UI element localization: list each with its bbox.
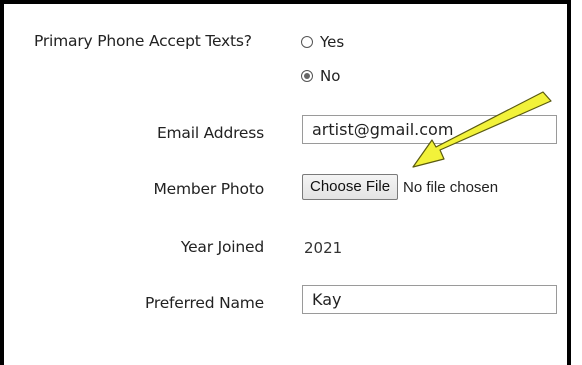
- photo-label: Member Photo: [153, 180, 265, 198]
- radio-no[interactable]: No: [301, 67, 340, 85]
- preferred-label: Preferred Name: [145, 294, 264, 312]
- texts-label: Primary Phone Accept Texts?: [34, 32, 252, 50]
- radio-no-circle-icon[interactable]: [301, 70, 313, 82]
- radio-yes-circle-icon[interactable]: [301, 36, 313, 48]
- photo-file-input[interactable]: Choose File No file chosen: [302, 174, 498, 200]
- radio-no-label: No: [320, 67, 341, 85]
- radio-yes-label: Yes: [320, 33, 345, 51]
- file-status-text: No file chosen: [403, 178, 499, 196]
- choose-file-button[interactable]: Choose File: [302, 174, 399, 200]
- radio-yes[interactable]: Yes: [301, 33, 344, 51]
- year-label: Year Joined: [180, 238, 264, 256]
- email-label: Email Address: [156, 124, 264, 142]
- year-value: 2021: [304, 239, 343, 257]
- preferred-name-field[interactable]: Kay: [302, 285, 557, 314]
- email-field[interactable]: artist@gmail.com: [302, 115, 557, 144]
- form-panel: Primary Phone Accept Texts? Yes No Email…: [0, 0, 571, 365]
